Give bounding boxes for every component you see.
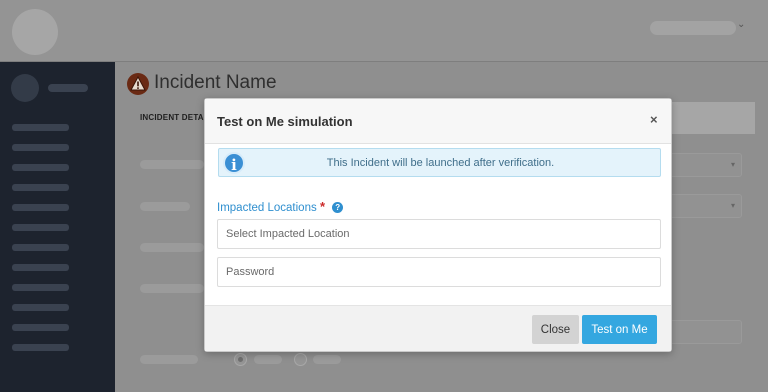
sidebar-item[interactable] (12, 264, 69, 271)
alert-message: This Incident will be launched after ver… (326, 157, 555, 169)
sidebar-item[interactable] (12, 324, 69, 331)
radio-option[interactable] (294, 353, 307, 366)
required-mark: * (319, 199, 325, 214)
form-label-placeholder (140, 243, 204, 252)
form-label-placeholder (140, 160, 204, 169)
radio-label (313, 355, 341, 364)
info-alert: This Incident will be launched after ver… (218, 148, 661, 177)
sidebar-username (48, 84, 88, 92)
form-label-placeholder (140, 202, 190, 211)
info-icon: i (223, 152, 245, 174)
sidebar (0, 62, 115, 392)
background-select[interactable]: ▾ (668, 153, 742, 177)
close-icon[interactable]: × (650, 112, 658, 127)
sidebar-item[interactable] (12, 204, 69, 211)
top-bar: ⌄ (0, 0, 768, 62)
password-field[interactable] (217, 257, 661, 287)
avatar (11, 74, 39, 102)
sidebar-item[interactable] (12, 124, 69, 131)
sidebar-item[interactable] (12, 304, 69, 311)
radio-label (254, 355, 282, 364)
radio-option[interactable] (234, 353, 247, 366)
tab-incident-details[interactable]: INCIDENT DETA (140, 113, 204, 122)
modal-header: Test on Me simulation × (205, 99, 671, 144)
impacted-locations-label: Impacted Locations * ? (217, 199, 344, 214)
sidebar-item[interactable] (12, 144, 69, 151)
form-label-placeholder (140, 355, 198, 364)
sidebar-item[interactable] (12, 164, 69, 171)
background-input[interactable] (668, 320, 742, 344)
user-menu[interactable] (650, 21, 736, 35)
sidebar-item[interactable] (12, 244, 69, 251)
modal-footer: Close Test on Me (205, 305, 671, 351)
modal-title: Test on Me simulation (217, 114, 353, 129)
warning-triangle-icon (127, 73, 149, 95)
sidebar-item[interactable] (12, 184, 69, 191)
help-icon[interactable]: ? (332, 202, 344, 213)
form-label-placeholder (140, 284, 204, 293)
impacted-locations-label-text: Impacted Locations (217, 202, 317, 214)
impacted-location-select[interactable] (217, 219, 661, 249)
background-select[interactable]: ▾ (668, 194, 742, 218)
chevron-down-icon[interactable]: ⌄ (737, 19, 745, 30)
page-title: Incident Name (154, 72, 277, 93)
sidebar-item[interactable] (12, 284, 69, 291)
test-on-me-button[interactable]: Test on Me (582, 315, 657, 344)
test-on-me-modal: Test on Me simulation × This Incident wi… (204, 98, 672, 352)
logo (12, 9, 58, 55)
close-button[interactable]: Close (532, 315, 579, 344)
tab-bar-background (668, 102, 755, 134)
sidebar-item[interactable] (12, 224, 69, 231)
sidebar-item[interactable] (12, 344, 69, 351)
